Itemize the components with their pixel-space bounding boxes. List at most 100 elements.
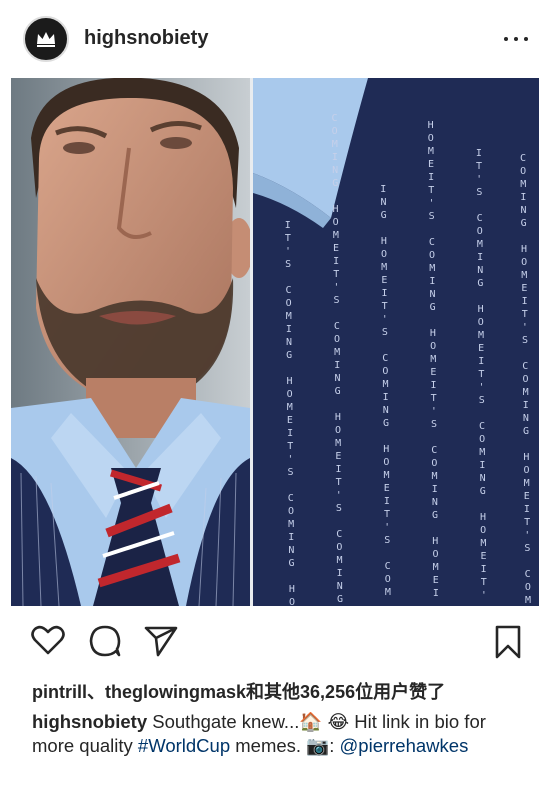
pinstripe-letter: G — [286, 350, 292, 361]
pinstripe-letter: I — [432, 484, 438, 495]
pinstripe-letter: E — [428, 159, 434, 170]
pinstripe-letter: I — [332, 152, 338, 163]
pinstripe-letter: G — [335, 386, 341, 397]
pinstripe-letter: M — [433, 562, 439, 573]
pinstripe-letter: H — [289, 584, 295, 595]
pinstripe-letter: E — [480, 551, 486, 562]
pinstripe-letter: O — [431, 458, 437, 469]
pinstripe-letter: I — [477, 252, 483, 263]
pinstripe-letter: N — [521, 205, 527, 216]
pinstripe-letter: I — [334, 360, 340, 371]
pinstripe-letter: T — [336, 477, 342, 488]
pinstripe-letter: O — [288, 506, 294, 517]
caption-text: Southgate knew... — [147, 711, 300, 732]
pinstripe-letter: H — [430, 328, 436, 339]
pinstripe-letter: N — [332, 165, 338, 176]
pinstripe-letter: I — [384, 496, 390, 507]
pinstripe-letter: M — [337, 555, 343, 566]
likes-separator: 、 — [87, 682, 105, 702]
pinstripe-letter: N — [380, 197, 386, 208]
pinstripe-letter: S — [479, 395, 485, 406]
pinstripe-letter: O — [525, 582, 531, 593]
pinstripe-letter: N — [337, 581, 343, 592]
pinstripe-letter: O — [383, 457, 389, 468]
pinstripe-letter: ' — [285, 246, 291, 257]
pinstripe-letter: I — [481, 564, 487, 575]
pinstripe-letter: O — [381, 249, 387, 260]
post-image[interactable]: I T ' S C O M I N G H O M E I T ' S C O M I N G H O C O M I N G H O M E I T ' S… — [11, 78, 539, 606]
hashtag-link[interactable]: #WorldCup — [138, 735, 230, 756]
pinstripe-letter: C — [479, 421, 485, 432]
pinstripe-letter: N — [334, 373, 340, 384]
pinstripe-letter: I — [381, 288, 387, 299]
pinstripe-letter: H — [333, 204, 339, 215]
pinstripe-letter: M — [430, 354, 436, 365]
pinstripe-letter: O — [479, 434, 485, 445]
pinstripe-letter: ' — [384, 522, 390, 533]
pinstripe-letter: O — [287, 389, 293, 400]
pinstripe-letter: M — [286, 311, 292, 322]
liker-link[interactable]: pintrill — [32, 682, 87, 702]
pinstripe-letter: C — [336, 529, 342, 540]
pinstripe-letter: T — [481, 577, 487, 588]
pinstripe-letter: S — [524, 543, 530, 554]
pinstripe-letter: I — [429, 276, 435, 287]
pinstripe-letter: M — [524, 478, 530, 489]
bookmark-icon[interactable] — [494, 624, 522, 660]
image-left-portrait — [11, 78, 250, 606]
pinstripe-letter: M — [480, 538, 486, 549]
pinstripe-letter: I — [523, 400, 529, 411]
pinstripe-letter: S — [288, 467, 294, 478]
pinstripe-letter: N — [383, 405, 389, 416]
pinstripe-letter: I — [433, 588, 439, 599]
pinstripe-letter: M — [478, 330, 484, 341]
pinstripe-letter: C — [477, 213, 483, 224]
pinstripe-letter: T — [524, 517, 530, 528]
pinstripe-letter: H — [286, 376, 292, 387]
pinstripe-letter: O — [478, 317, 484, 328]
pinstripe-letter: G — [381, 210, 387, 221]
pinstripe-letter: T — [478, 369, 484, 380]
pinstripe-letter: N — [477, 265, 483, 276]
pinstripe-letter: M — [479, 447, 485, 458]
liker-link[interactable]: theglowingmask — [105, 682, 246, 702]
heart-icon[interactable] — [31, 624, 65, 656]
pinstripe-letter: I — [520, 192, 526, 203]
pinstripe-letter: O — [521, 257, 527, 268]
pinstripe-letter: I — [522, 296, 528, 307]
likes-count-text[interactable]: 和其他36,256位用户赞了 — [246, 682, 445, 702]
pinstripe-letter: E — [381, 275, 387, 286]
pinstripe-letter: O — [523, 465, 529, 476]
pinstripe-letter: I — [524, 504, 530, 515]
pinstripe-letter: O — [429, 250, 435, 261]
image-right-pinstripe: I T ' S C O M I N G H O M E I T ' S C O M I N G H O C O M I N G H O M E I T ' S… — [253, 78, 539, 606]
more-options-icon[interactable] — [502, 24, 530, 54]
pinstripe-letter: ' — [336, 490, 342, 501]
pinstripe-letter: O — [336, 542, 342, 553]
pinstripe-letter: C — [331, 113, 337, 124]
pinstripe-letter: S — [476, 187, 482, 198]
avatar[interactable] — [23, 16, 69, 62]
caption-username[interactable]: highsnobiety — [32, 711, 147, 732]
pinstripe-letter: ' — [481, 590, 487, 601]
pinstripe-letter: N — [429, 289, 435, 300]
pinstripe-letter: M — [429, 263, 435, 274]
pinstripe-letter: M — [521, 270, 527, 281]
pinstripe-letter: C — [288, 493, 294, 504]
comment-icon[interactable] — [88, 624, 122, 658]
pinstripe-letter: N — [523, 413, 529, 424]
pinstripe-letter: M — [428, 146, 434, 157]
pinstripe-letter: G — [430, 302, 436, 313]
pinstripe-letter: E — [478, 343, 484, 354]
pinstripe-letter: M — [384, 470, 390, 481]
pinstripe-letter: I — [335, 464, 341, 475]
pinstripe-letter: I — [478, 356, 484, 367]
post-username[interactable]: highsnobiety — [84, 27, 208, 50]
pinstripe-letter: M — [385, 587, 391, 598]
share-paper-plane-icon[interactable] — [143, 624, 179, 658]
pinstripe-letter: I — [431, 380, 437, 391]
pinstripe-letter: H — [432, 536, 438, 547]
pinstripe-letter: E — [430, 367, 436, 378]
pinstripe-letter: E — [333, 243, 339, 254]
mention-link[interactable]: @pierrehawkes — [340, 735, 469, 756]
